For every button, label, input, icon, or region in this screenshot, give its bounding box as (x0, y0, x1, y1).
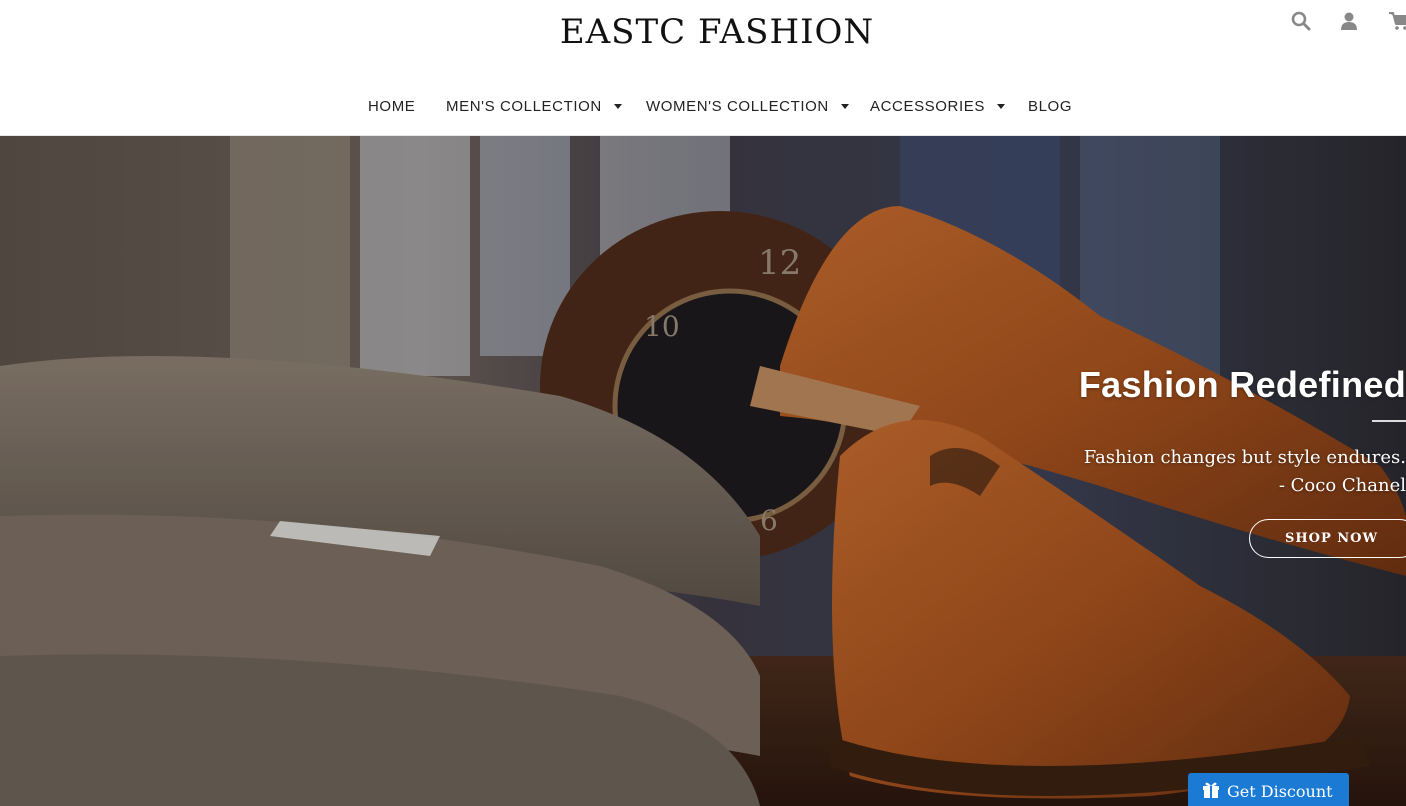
site-header: EASTC FASHION HOME MEN'S COLLECTION WOME… (0, 0, 1406, 136)
caret-down-icon (613, 103, 622, 109)
nav-item-home[interactable]: HOME (368, 98, 415, 115)
nav-item-womens-collection[interactable]: WOMEN'S COLLECTION (646, 98, 849, 115)
caret-down-icon (996, 103, 1005, 109)
gift-icon (1202, 781, 1220, 799)
shop-now-button[interactable]: SHOP NOW (1249, 519, 1406, 558)
hero-title: Fashion Redefined (1078, 364, 1406, 405)
hero-quote-author: - Coco Chanel (1278, 475, 1406, 496)
hero-divider (1372, 420, 1406, 422)
search-icon[interactable] (1290, 10, 1312, 32)
main-nav: HOME MEN'S COLLECTION WOMEN'S COLLECTION… (0, 98, 1406, 120)
nav-item-blog[interactable]: BLOG (1028, 98, 1072, 115)
nav-item-mens-collection[interactable]: MEN'S COLLECTION (446, 98, 622, 115)
site-logo[interactable]: EASTC FASHION (0, 12, 1406, 52)
get-discount-label: Get Discount (1227, 782, 1333, 801)
hero-banner: 12 10 6 Fashion Redefined Fashion change… (0, 136, 1406, 806)
hero-quote: Fashion changes but style endures. - Coc… (906, 444, 1406, 500)
get-discount-button[interactable]: Get Discount (1188, 773, 1349, 806)
hero-quote-line: Fashion changes but style endures. (1083, 447, 1406, 468)
caret-down-icon (840, 103, 849, 109)
nav-item-accessories[interactable]: ACCESSORIES (870, 98, 1005, 115)
user-icon[interactable] (1338, 10, 1360, 32)
cart-icon[interactable] (1388, 10, 1406, 32)
